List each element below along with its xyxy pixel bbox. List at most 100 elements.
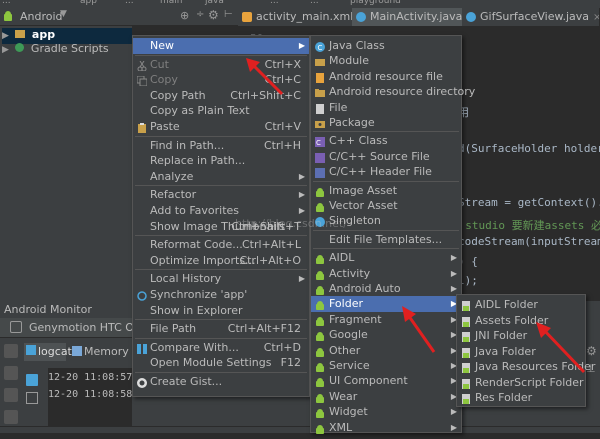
menu-item-label: Add to Favorites [150, 204, 240, 217]
menu-separator [313, 131, 459, 133]
sync-icon[interactable]: ⊕ [180, 9, 189, 22]
menu-item-label: Compare With... [150, 340, 239, 354]
system-info-icon[interactable] [4, 388, 18, 402]
scroll-end-icon[interactable] [26, 392, 38, 404]
context-menu-item-file-path[interactable]: File Path Ctrl+Alt+F12 [133, 321, 309, 337]
context-menu-item-synchronize-app[interactable]: Synchronize 'app' [133, 287, 309, 303]
context-menu-item-reformat-code[interactable]: Reformat Code... Ctrl+Alt+L [133, 237, 309, 253]
new-menu-item-java-class[interactable]: C Java Class [311, 38, 461, 54]
shortcut-label: Ctrl+D [263, 340, 301, 354]
android-icon [315, 407, 325, 419]
terminate-icon[interactable] [4, 410, 18, 424]
menu-separator [135, 185, 307, 187]
top-tab[interactable]: java [205, 0, 224, 6]
new-menu-item-edit-file-templates[interactable]: Edit File Templates... [311, 232, 461, 248]
context-menu-item-refactor[interactable]: Refactor ▶ [133, 187, 309, 203]
new-menu-item-file[interactable]: File [311, 100, 461, 116]
tab-memory[interactable]: Memory [70, 345, 132, 361]
new-menu-item-android-auto[interactable]: Android Auto ▶ [311, 281, 461, 297]
context-menu-item-copy-as-plain-text[interactable]: Copy as Plain Text [133, 103, 309, 119]
file-icon [315, 103, 325, 114]
new-menu-item-c++-class[interactable]: C C++ Class [311, 133, 461, 149]
submenu-arrow-icon: ▶ [450, 422, 457, 432]
menu-item-label: File [329, 100, 348, 114]
new-menu-item-widget[interactable]: Widget ▶ [311, 404, 461, 420]
context-menu-item-compare-with[interactable]: Compare With... Ctrl+D [133, 340, 309, 356]
top-tab: ... [2, 0, 11, 6]
android-icon [315, 269, 325, 280]
context-menu-item-paste[interactable]: Paste Ctrl+V [133, 119, 309, 135]
menu-item-label: Find in Path... [150, 138, 225, 152]
menu-item-label: Vector Asset [329, 199, 398, 212]
android-icon [315, 201, 325, 212]
folder-menu-item-res-folder[interactable]: Res Folder [457, 390, 585, 406]
new-menu-item-module[interactable]: Module [311, 53, 461, 69]
menu-item-label: Wear [329, 389, 358, 403]
top-tab[interactable]: ... [125, 0, 134, 6]
tab-label: MainActivity.java [370, 10, 463, 23]
expand-arrow-icon[interactable]: ▶ [2, 31, 9, 41]
context-menu-item-analyze[interactable]: Analyze ▶ [133, 169, 309, 185]
menu-item-label: Activity [329, 266, 371, 280]
tab-logcat[interactable]: logcat [24, 343, 72, 361]
new-menu-item-ui-component[interactable]: UI Component ▶ [311, 373, 461, 389]
annotation-arrow [402, 306, 436, 353]
hide-icon[interactable]: ⊢ [224, 9, 233, 20]
camera-icon[interactable] [4, 344, 18, 358]
new-menu-item-android-resource-file[interactable]: Android resource file [311, 69, 461, 85]
android-icon [315, 346, 325, 357]
menu-item-label: Copy [150, 73, 178, 87]
menu-item-label: Package [329, 116, 375, 129]
close-icon[interactable]: × [593, 12, 599, 23]
top-tab[interactable]: ... [270, 0, 279, 6]
tree-item-gradle-scripts[interactable]: ▶ Gradle Scripts [2, 42, 109, 58]
menu-item-label: File Path [150, 322, 197, 336]
top-tab[interactable]: app [80, 0, 97, 6]
top-tab[interactable]: ... [310, 0, 319, 6]
gear-icon[interactable]: ⚙ [208, 8, 219, 22]
new-menu-item-activity[interactable]: Activity ▶ [311, 266, 461, 282]
tab-gif-surface-view[interactable]: GifSurfaceView.java × [462, 8, 600, 26]
context-menu-item-open-module-settings[interactable]: Open Module Settings F12 [133, 355, 309, 371]
context-menu-item-create-gist[interactable]: Create Gist... [133, 374, 309, 390]
new-menu-item-wear[interactable]: Wear ▶ [311, 389, 461, 405]
new-menu-item-image-asset[interactable]: Image Asset [311, 183, 461, 199]
folder-file-icon [461, 347, 471, 358]
top-tab[interactable]: playground [350, 0, 401, 6]
new-menu-item-service[interactable]: Service ▶ [311, 358, 461, 374]
module-icon [315, 56, 325, 67]
menu-separator [135, 235, 307, 237]
folder-file-icon [461, 331, 471, 342]
folder-menu-item-aidl-folder[interactable]: AIDL Folder [457, 297, 585, 313]
device-selector[interactable]: Genymotion HTC One [29, 321, 132, 334]
trash-icon[interactable] [26, 374, 38, 386]
android-icon [315, 186, 325, 197]
menu-item-label: AIDL Folder [475, 298, 538, 311]
screen-record-icon[interactable] [4, 366, 18, 380]
new-menu-item-c-c++-source-file[interactable]: C/C++ Source File [311, 149, 461, 165]
code-line: codeStream(inputStream); [458, 235, 600, 248]
context-menu-item-replace-in-path[interactable]: Replace in Path... [133, 153, 309, 169]
project-view-selector[interactable]: Android [20, 10, 63, 23]
context-menu-item-find-in-path[interactable]: Find in Path... Ctrl+H [133, 138, 309, 154]
new-menu-item-vector-asset[interactable]: Vector Asset [311, 198, 461, 214]
context-menu-item-optimize-imports[interactable]: Optimize Imports... Ctrl+Alt+O [133, 253, 309, 269]
context-menu-item-show-in-explorer[interactable]: Show in Explorer [133, 303, 309, 319]
tab-label: Memory [84, 345, 129, 358]
new-menu-item-aidl[interactable]: AIDL ▶ [311, 250, 461, 266]
submenu-arrow-icon: ▶ [298, 274, 305, 284]
new-menu-item-c-c++-header-file[interactable]: C/C++ Header File [311, 164, 461, 180]
android-icon [315, 423, 325, 434]
watermark: http://blog.csdn.net/ [235, 217, 347, 230]
package-icon [315, 118, 325, 128]
top-tab[interactable]: main [160, 0, 183, 6]
context-menu-item-local-history[interactable]: Local History ▶ [133, 271, 309, 287]
menu-item-label: XML [329, 420, 353, 434]
expand-arrow-icon[interactable]: ▶ [2, 45, 9, 55]
collapse-icon[interactable]: ÷ [196, 9, 204, 20]
new-menu-item-android-resource-directory[interactable]: Android resource directory [311, 84, 475, 100]
menu-separator [313, 180, 459, 182]
chevron-down-icon[interactable]: ▼ [60, 9, 67, 19]
new-menu-item-xml[interactable]: XML ▶ [311, 420, 461, 436]
new-menu-item-package[interactable]: Package [311, 115, 461, 131]
